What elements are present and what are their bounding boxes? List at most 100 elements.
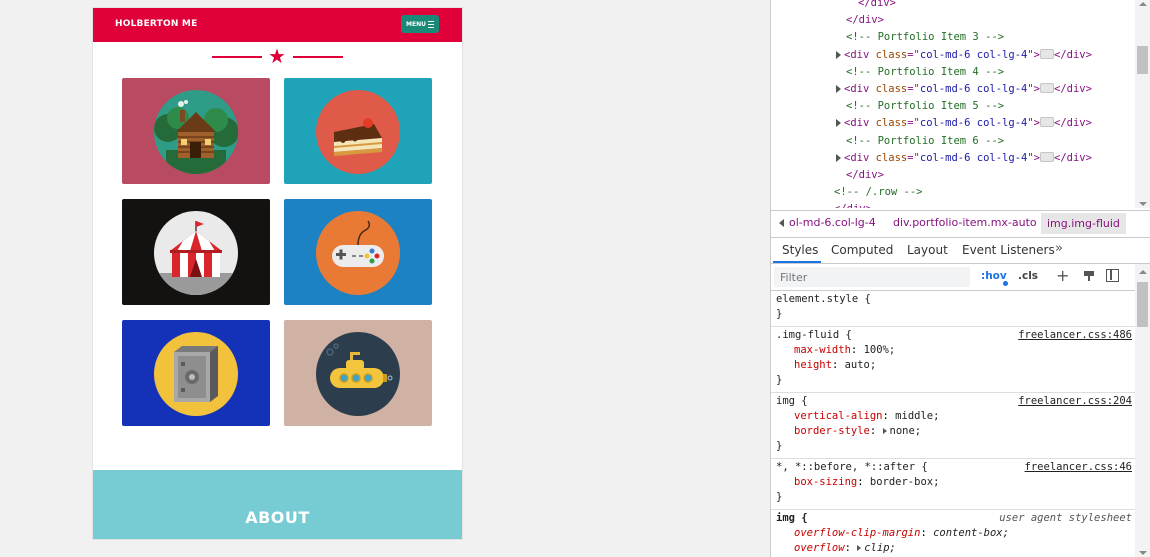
- css-declaration[interactable]: vertical-align: middle;: [794, 409, 939, 424]
- css-declaration[interactable]: overflow: clip;: [794, 541, 896, 556]
- mobile-page-preview: HOLBERTON ME MENU ★ ABOUT: [93, 8, 462, 539]
- navbar-brand[interactable]: HOLBERTON ME: [115, 19, 197, 29]
- circus-tent-icon: [154, 211, 238, 295]
- dom-closing-tag[interactable]: </div>: [846, 167, 884, 184]
- css-declaration[interactable]: border-style: none;: [794, 424, 921, 439]
- cabin-icon: [154, 90, 238, 174]
- portfolio-item-cabin[interactable]: [122, 78, 270, 184]
- css-source-link[interactable]: freelancer.css:204: [1018, 394, 1132, 409]
- hamburger-icon: [427, 20, 434, 28]
- css-selector[interactable]: *, *::before, *::after {: [776, 460, 928, 475]
- active-tab-indicator: [773, 261, 821, 263]
- expand-triangle-icon[interactable]: [836, 50, 841, 59]
- css-selector[interactable]: element.style {: [776, 292, 871, 307]
- breadcrumb-item-selected[interactable]: img.img-fluid: [1041, 213, 1126, 234]
- hov-active-dot: [1003, 281, 1008, 286]
- tab-computed[interactable]: Computed: [831, 243, 893, 257]
- styles-scroll-thumb[interactable]: [1137, 282, 1148, 327]
- class-toggle[interactable]: .cls: [1018, 270, 1038, 282]
- collapsed-children-icon[interactable]: [1040, 117, 1054, 128]
- submarine-icon: [316, 332, 400, 416]
- devtools-panel: </div> </div> <!-- Portfolio Item 3 --> <di…: [770, 0, 1150, 557]
- css-rule-close: }: [776, 374, 783, 386]
- dom-comment-node[interactable]: <!-- Portfolio Item 4 -->: [846, 64, 1004, 81]
- new-style-rule-icon[interactable]: +: [1056, 268, 1069, 284]
- css-rule[interactable]: img { user agent stylesheet overflow-clip-…: [771, 510, 1135, 557]
- css-source-link[interactable]: freelancer.css:486: [1018, 328, 1132, 343]
- navbar: HOLBERTON ME MENU: [93, 8, 462, 42]
- styles-pane: element.style {} .img-fluid {freelancer.c…: [771, 291, 1135, 557]
- about-section: ABOUT: [93, 470, 462, 539]
- cake-icon: [316, 90, 400, 174]
- dom-scrollbar[interactable]: [1135, 0, 1150, 208]
- breadcrumb-item[interactable]: div.portfolio-item.mx-auto: [893, 216, 1037, 229]
- css-declaration[interactable]: overflow-clip-margin: content-box;: [794, 526, 1009, 541]
- paint-brush-icon[interactable]: [1083, 270, 1095, 282]
- tab-event-listeners[interactable]: Event Listeners: [962, 243, 1055, 257]
- star-icon: ★: [268, 44, 286, 68]
- dom-comment-node[interactable]: <!-- /.row -->: [834, 184, 923, 201]
- css-rule[interactable]: .img-fluid { freelancer.css:486 max-width:…: [771, 327, 1135, 393]
- breadcrumb: ol-md-6.col-lg-4 div.portfolio-item.mx-a…: [771, 210, 1150, 238]
- portfolio-item-submarine[interactable]: [284, 320, 432, 426]
- about-title: ABOUT: [245, 508, 310, 527]
- collapsed-children-icon[interactable]: [1040, 151, 1054, 162]
- breadcrumb-scroll-left-icon[interactable]: [779, 219, 784, 227]
- portfolio-item-circus[interactable]: [122, 199, 270, 305]
- dom-closing-tag[interactable]: </div>: [834, 201, 872, 208]
- styles-filter-input[interactable]: [774, 267, 970, 287]
- dom-element-node[interactable]: <div class="col-md-6 col-lg-4"> </div>: [836, 47, 1092, 64]
- toggle-sidebar-icon[interactable]: [1106, 269, 1119, 282]
- tab-styles[interactable]: Styles: [782, 243, 818, 257]
- breadcrumb-item[interactable]: ol-md-6.col-lg-4: [789, 216, 876, 229]
- scroll-down-icon[interactable]: [1139, 551, 1147, 555]
- css-selector[interactable]: .img-fluid {: [776, 328, 852, 343]
- css-rule-close: }: [776, 440, 783, 452]
- styles-toolbar: :hov .cls +: [771, 264, 1150, 291]
- dom-comment-node[interactable]: <!-- Portfolio Item 3 -->: [846, 29, 1004, 46]
- dom-scroll-thumb[interactable]: [1137, 46, 1148, 74]
- dom-closing-tag[interactable]: </div>: [846, 12, 884, 29]
- css-rule-close: }: [776, 491, 783, 503]
- css-selector[interactable]: img {: [776, 394, 808, 409]
- collapsed-children-icon[interactable]: [1040, 48, 1054, 59]
- expand-triangle-icon[interactable]: [836, 153, 841, 162]
- safe-icon: [154, 332, 238, 416]
- css-declaration[interactable]: height: auto;: [794, 358, 876, 373]
- more-tabs-icon[interactable]: »: [1055, 241, 1063, 256]
- css-declaration[interactable]: box-sizing: border-box;: [794, 475, 939, 490]
- css-rule[interactable]: img { freelancer.css:204 vertical-align: m…: [771, 393, 1135, 459]
- portfolio-item-cake[interactable]: [284, 78, 432, 184]
- dom-element-node[interactable]: <div class="col-md-6 col-lg-4"> </div>: [836, 150, 1092, 167]
- dom-closing-tag[interactable]: </div>: [858, 0, 896, 12]
- scroll-down-icon[interactable]: [1139, 202, 1147, 206]
- css-source-link[interactable]: freelancer.css:46: [1025, 460, 1132, 475]
- css-rule[interactable]: *, *::before, *::after { freelancer.css:4…: [771, 459, 1135, 510]
- dom-element-node[interactable]: <div class="col-md-6 col-lg-4"> </div>: [836, 115, 1092, 132]
- css-rule-close: }: [776, 308, 783, 320]
- styles-scrollbar[interactable]: [1135, 264, 1150, 557]
- scroll-up-icon[interactable]: [1139, 2, 1147, 6]
- css-rule[interactable]: element.style {}: [771, 291, 1135, 327]
- divider-line-right: [293, 56, 343, 58]
- dom-comment-node[interactable]: <!-- Portfolio Item 5 -->: [846, 98, 1004, 115]
- expand-triangle-icon[interactable]: [836, 119, 841, 128]
- expand-value-icon[interactable]: [882, 428, 887, 434]
- hover-state-toggle[interactable]: :hov: [981, 270, 1007, 282]
- user-agent-label: user agent stylesheet: [999, 512, 1132, 524]
- css-declaration[interactable]: max-width: 100%;: [794, 343, 895, 358]
- scroll-up-icon[interactable]: [1139, 270, 1147, 274]
- dom-tree[interactable]: </div> </div> <!-- Portfolio Item 3 --> <di…: [771, 0, 1135, 208]
- dom-comment-node[interactable]: <!-- Portfolio Item 6 -->: [846, 133, 1004, 150]
- divider-line-left: [212, 56, 262, 58]
- expand-value-icon[interactable]: [857, 545, 862, 551]
- collapsed-children-icon[interactable]: [1040, 83, 1054, 93]
- menu-button[interactable]: MENU: [401, 15, 439, 33]
- portfolio-item-game[interactable]: [284, 199, 432, 305]
- menu-button-label: MENU: [406, 20, 426, 28]
- tab-layout[interactable]: Layout: [907, 243, 948, 257]
- dom-element-node[interactable]: <div class="col-md-6 col-lg-4"> </div>: [836, 81, 1092, 98]
- css-selector[interactable]: img {: [776, 511, 808, 526]
- expand-triangle-icon[interactable]: [836, 85, 841, 93]
- portfolio-item-safe[interactable]: [122, 320, 270, 426]
